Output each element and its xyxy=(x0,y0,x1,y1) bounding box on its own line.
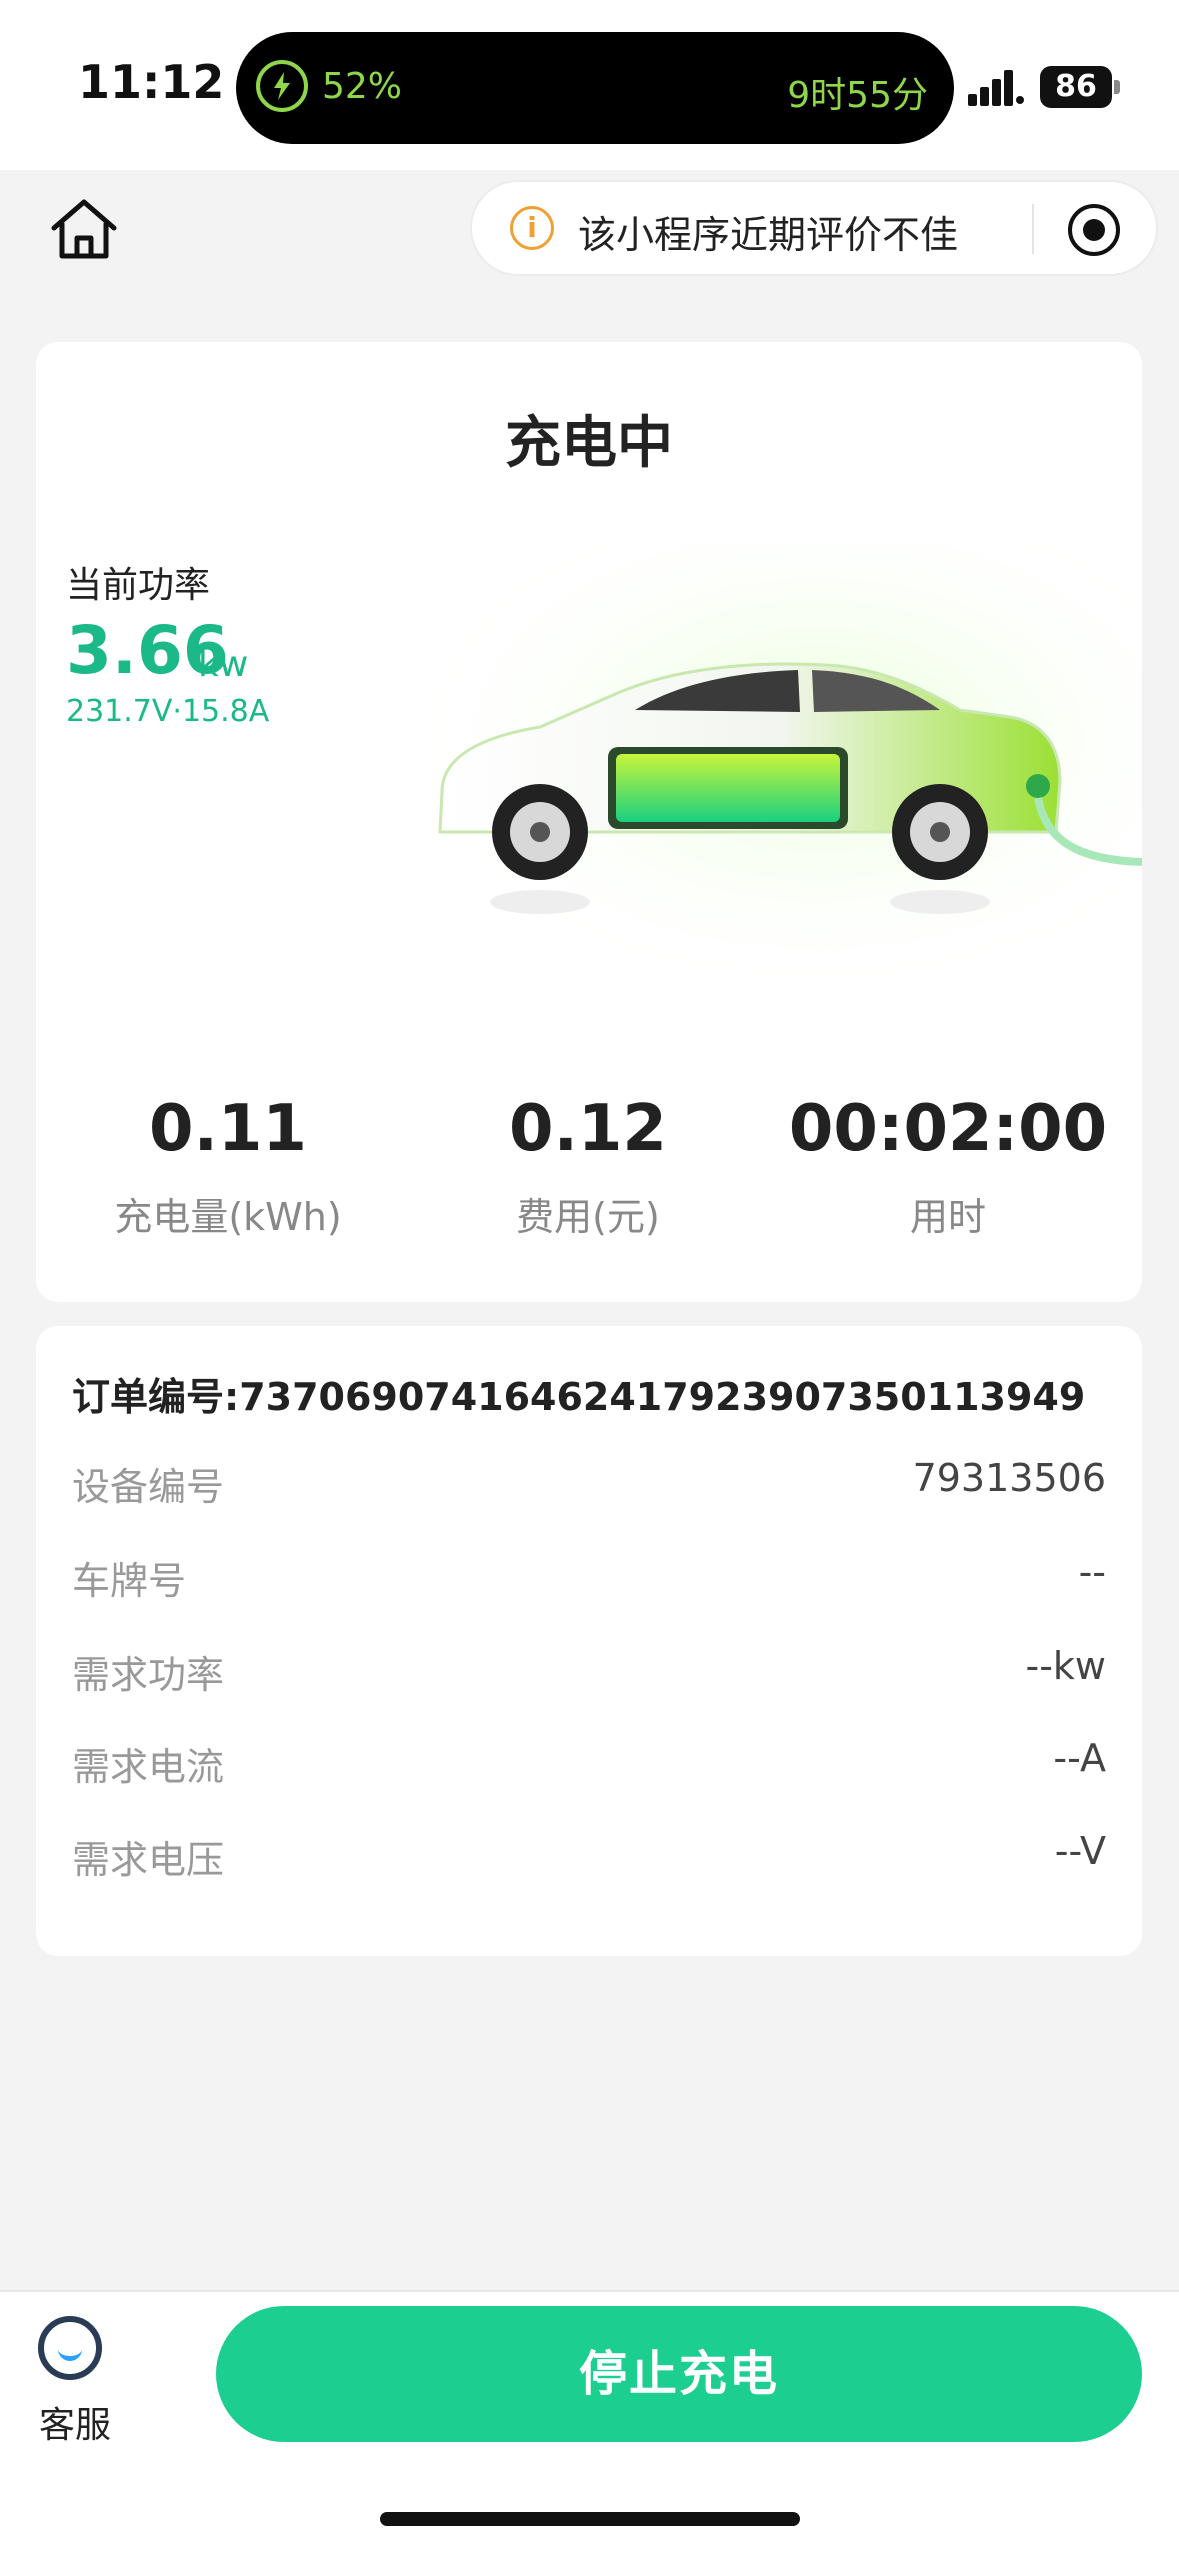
stat-duration: 00:02:00 用时 xyxy=(768,1092,1128,1241)
power-label: 当前功率 xyxy=(66,565,211,606)
info-value: --V xyxy=(1054,1829,1106,1873)
charging-car-illustration xyxy=(420,542,1142,982)
info-value: 79313506 xyxy=(912,1456,1106,1500)
duration-value: 00:02:00 xyxy=(788,1092,1108,1166)
info-key: 需求电流 xyxy=(72,1745,225,1789)
duration-label: 用时 xyxy=(909,1195,986,1239)
charge-percent: 52% xyxy=(322,66,403,107)
info-key: 设备编号 xyxy=(72,1465,225,1509)
rating-warning[interactable]: 该小程序近期评价不佳 xyxy=(578,204,958,259)
order-number: 订单编号:73706907416462417923907350113949 xyxy=(72,1375,1086,1419)
energy-value: 0.11 xyxy=(149,1092,307,1166)
cost-value: 0.12 xyxy=(509,1092,667,1166)
capsule-divider xyxy=(1032,204,1034,254)
home-indicator[interactable] xyxy=(380,2512,800,2526)
charging-status-title: 充电中 xyxy=(505,411,673,476)
stop-charging-button[interactable]: 停止充电 xyxy=(216,2306,1142,2442)
info-value: --kw xyxy=(1025,1644,1106,1688)
power-detail: 231.7V·15.8A xyxy=(66,694,270,729)
battery-icon: 86 xyxy=(1040,66,1112,108)
signal-icon xyxy=(968,70,1024,106)
info-value: -- xyxy=(1078,1550,1106,1594)
chat-bubble-icon xyxy=(38,2316,102,2380)
info-row-power: 需求功率 --kw xyxy=(72,1644,1106,1697)
info-row-voltage: 需求电压 --V xyxy=(72,1829,1106,1882)
cost-label: 费用(元) xyxy=(516,1195,660,1239)
dynamic-island: 52% 9时55分 xyxy=(236,32,954,144)
energy-label: 充电量(kWh) xyxy=(114,1195,342,1239)
mini-program-capsule: i 该小程序近期评价不佳 xyxy=(470,180,1158,276)
customer-service-button[interactable]: 客服 xyxy=(30,2316,120,2446)
customer-service-label: 客服 xyxy=(38,2405,111,2446)
charge-remaining: 9时55分 xyxy=(787,75,928,116)
info-value: --A xyxy=(1053,1736,1106,1780)
battery-nub xyxy=(1114,80,1120,94)
clock: 11:12 xyxy=(78,55,225,109)
info-key: 需求电压 xyxy=(72,1838,225,1882)
info-key: 需求功率 xyxy=(72,1653,225,1697)
info-key: 车牌号 xyxy=(72,1559,187,1603)
target-icon[interactable] xyxy=(1068,204,1120,256)
charging-bolt-icon xyxy=(256,60,308,112)
info-row-device: 设备编号 79313506 xyxy=(72,1456,1106,1509)
home-icon[interactable] xyxy=(48,196,120,262)
stat-cost: 0.12 费用(元) xyxy=(408,1092,768,1241)
power-unit: kw xyxy=(198,644,249,685)
info-row-plate: 车牌号 -- xyxy=(72,1550,1106,1603)
status-bar: 11:12 52% 9时55分 86 xyxy=(0,0,1179,170)
info-row-current: 需求电流 --A xyxy=(72,1736,1106,1789)
order-info-card: 订单编号:73706907416462417923907350113949 设备… xyxy=(36,1326,1142,1956)
charging-status-card: 充电中 当前功率 3.66 kw 231.7V·15.8A 0.11 充电量(k… xyxy=(36,342,1142,1302)
info-icon[interactable]: i xyxy=(510,206,554,250)
stat-energy: 0.11 充电量(kWh) xyxy=(48,1092,408,1241)
